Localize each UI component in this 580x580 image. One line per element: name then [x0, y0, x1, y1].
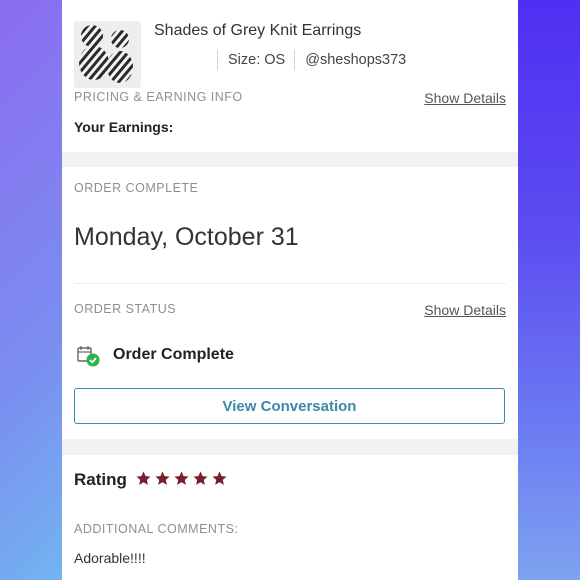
- product-thumbnail[interactable]: [74, 21, 141, 88]
- comment-text: Adorable!!!!: [74, 550, 146, 566]
- rating-card: Rating ADDITIONAL COMMENTS: Adorable!!!!: [62, 455, 518, 580]
- view-conversation-button[interactable]: View Conversation: [74, 388, 505, 424]
- divider: [74, 283, 506, 284]
- star-icon: [193, 471, 208, 485]
- additional-comments-header: ADDITIONAL COMMENTS:: [74, 522, 239, 536]
- star-icon: [136, 471, 151, 485]
- order-details-panel: Shades of Grey Knit Earrings Size: OS @s…: [62, 0, 518, 580]
- star-icon: [212, 471, 227, 485]
- order-status-header: ORDER STATUS: [74, 302, 177, 316]
- product-card: Shades of Grey Knit Earrings Size: OS @s…: [62, 0, 518, 152]
- star-icon: [174, 471, 189, 485]
- pricing-header: PRICING & EARNING INFO: [74, 90, 243, 104]
- order-date: Monday, October 31: [74, 223, 299, 251]
- product-title[interactable]: Shades of Grey Knit Earrings: [154, 22, 361, 40]
- order-complete-header: ORDER COMPLETE: [74, 181, 199, 195]
- star-icon: [155, 471, 170, 485]
- product-size: Size: OS: [228, 52, 286, 68]
- pricing-show-details-link[interactable]: Show Details: [424, 90, 506, 106]
- earnings-label: Your Earnings:: [74, 119, 174, 135]
- rating-stars: [135, 470, 228, 487]
- seller-handle[interactable]: @sheshops373: [295, 52, 406, 68]
- background-right-strip: [518, 0, 580, 580]
- order-status-text: Order Complete: [113, 346, 234, 363]
- product-meta: Size: OS @sheshops373: [217, 49, 406, 71]
- order-complete-icon: [76, 345, 100, 367]
- earrings-image: [74, 21, 141, 88]
- order-show-details-link[interactable]: Show Details: [424, 302, 506, 318]
- rating-label: Rating: [74, 470, 127, 489]
- order-card: ORDER COMPLETE Monday, October 31 ORDER …: [62, 167, 518, 439]
